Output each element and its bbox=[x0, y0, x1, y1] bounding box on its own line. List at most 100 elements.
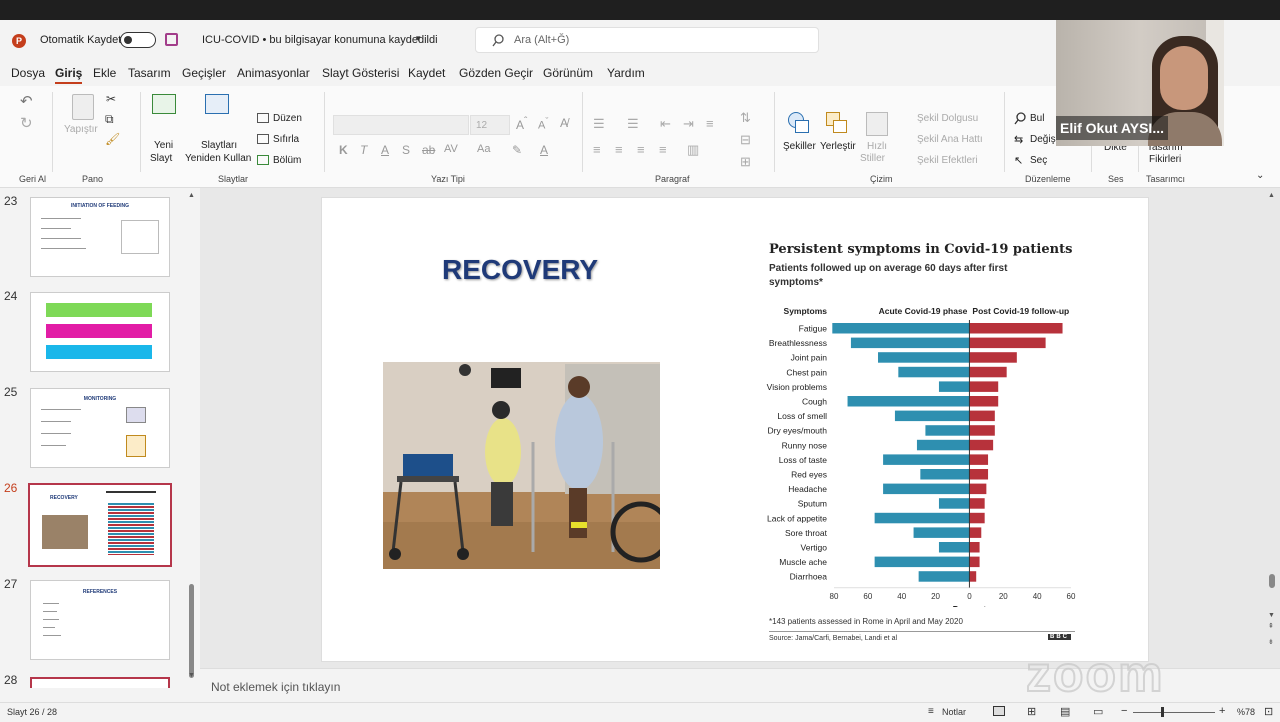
tab-gozden-gecir[interactable]: Gözden Geçir bbox=[459, 66, 533, 80]
select-button[interactable]: Seç bbox=[1030, 155, 1047, 166]
italic-icon[interactable]: T bbox=[360, 143, 367, 157]
font-name-select[interactable] bbox=[333, 115, 469, 135]
text-direction-icon[interactable]: ⇅ bbox=[740, 110, 751, 126]
notes-icon[interactable]: ≡ bbox=[928, 706, 934, 717]
canvas-scrollbar[interactable]: ▲ ▼ ⇞ ⇟ bbox=[1268, 192, 1276, 662]
reset-icon[interactable] bbox=[257, 134, 269, 144]
line-spacing-icon[interactable]: ≡ bbox=[706, 116, 714, 131]
fit-to-window-icon[interactable]: ⊡ bbox=[1264, 705, 1273, 718]
bullets-icon[interactable]: ☰ bbox=[593, 116, 605, 132]
slide-thumbnail-25[interactable]: MONITORING bbox=[30, 388, 170, 468]
find-icon[interactable] bbox=[1014, 112, 1027, 125]
quick-styles-icon[interactable] bbox=[866, 112, 888, 136]
zoom-level[interactable]: %78 bbox=[1237, 707, 1255, 717]
slide-thumbnail-23[interactable]: INITIATION OF FEEDING bbox=[30, 197, 170, 277]
tab-dosya[interactable]: Dosya bbox=[11, 66, 45, 80]
font-color-icon[interactable]: A bbox=[540, 143, 548, 157]
reuse-slides-icon[interactable] bbox=[205, 94, 229, 114]
font-size-select[interactable]: 12 bbox=[470, 115, 510, 135]
tab-ekle[interactable]: Ekle bbox=[93, 66, 116, 80]
notes-button[interactable]: Notlar bbox=[942, 707, 966, 717]
slide-thumbnail-28[interactable] bbox=[30, 677, 170, 688]
new-slide-icon[interactable] bbox=[152, 94, 176, 114]
new-slide-button-2[interactable]: Slayt bbox=[150, 153, 172, 164]
change-case-icon[interactable]: Aa bbox=[477, 143, 490, 155]
format-painter-icon[interactable]: 🖌 bbox=[105, 132, 120, 146]
tab-tasarim[interactable]: Tasarım bbox=[128, 66, 171, 80]
paste-icon[interactable] bbox=[72, 94, 94, 120]
reading-view-icon[interactable]: ▤ bbox=[1060, 705, 1070, 718]
shape-fill-button[interactable]: Şekil Dolgusu bbox=[917, 113, 978, 124]
shrink-font-icon[interactable]: Aˇ bbox=[538, 116, 548, 132]
paste-button[interactable]: Yapıştır bbox=[64, 124, 98, 135]
section-button[interactable]: Bölüm bbox=[273, 155, 301, 166]
smartart-icon[interactable]: ⊞ bbox=[740, 154, 751, 170]
slide-26[interactable]: RECOVERY Persistent symptoms in Covid-19… bbox=[321, 197, 1149, 662]
arrange-button[interactable]: Yerleştir bbox=[820, 141, 856, 152]
clear-format-icon[interactable]: A̸ bbox=[560, 116, 568, 130]
tab-yardim[interactable]: Yardım bbox=[607, 66, 645, 80]
shapes-button[interactable]: Şekiller bbox=[783, 141, 816, 152]
slide-thumbnail-26-selected[interactable]: RECOVERY bbox=[28, 483, 172, 567]
chevron-down-icon[interactable]: ▾ bbox=[416, 33, 421, 44]
tab-slayt-gosterisi[interactable]: Slayt Gösterisi bbox=[322, 66, 399, 80]
reset-button[interactable]: Sıfırla bbox=[273, 134, 299, 145]
reuse-slides-button-2[interactable]: Yeniden Kullan bbox=[185, 153, 251, 164]
layout-button[interactable]: Düzen bbox=[273, 113, 302, 124]
slide-title[interactable]: RECOVERY bbox=[442, 254, 598, 286]
document-title[interactable]: ICU-COVID • bu bilgisayar konumuna kayde… bbox=[202, 34, 438, 46]
tab-animasyonlar[interactable]: Animasyonlar bbox=[237, 66, 310, 80]
shape-outline-button[interactable]: Şekil Ana Hattı bbox=[917, 134, 983, 145]
zoom-slider[interactable] bbox=[1133, 707, 1215, 717]
cut-icon[interactable]: ✂ bbox=[106, 92, 116, 106]
shape-effects-button[interactable]: Şekil Efektleri bbox=[917, 155, 978, 166]
align-left-icon[interactable]: ≡ bbox=[593, 142, 601, 157]
shapes-icon[interactable] bbox=[788, 112, 810, 134]
tab-gecisler[interactable]: Geçişler bbox=[182, 66, 226, 80]
shadow-icon[interactable]: S bbox=[402, 143, 410, 157]
align-center-icon[interactable]: ≡ bbox=[615, 142, 623, 157]
zoom-in-icon[interactable]: + bbox=[1219, 705, 1225, 717]
grow-font-icon[interactable]: Aˆ bbox=[516, 116, 527, 132]
undo-icon[interactable]: ↶ bbox=[20, 92, 33, 110]
design-ideas-button-2[interactable]: Fikirleri bbox=[1149, 154, 1181, 165]
notes-pane[interactable]: Not eklemek için tıklayın zoom bbox=[200, 645, 1280, 703]
numbering-icon[interactable]: ☰ bbox=[627, 116, 639, 132]
tab-gorunum[interactable]: Görünüm bbox=[543, 66, 593, 80]
arrange-icon[interactable] bbox=[826, 112, 848, 134]
video-participant[interactable]: Elif Okut AYSI... bbox=[1056, 20, 1224, 146]
justify-icon[interactable]: ≡ bbox=[659, 142, 667, 157]
align-text-icon[interactable]: ⊟ bbox=[740, 132, 751, 148]
slide-thumbnail-24[interactable] bbox=[30, 292, 170, 372]
spacing-icon[interactable]: AV bbox=[444, 143, 458, 155]
collapse-ribbon-icon[interactable]: ⌄ bbox=[1256, 170, 1264, 181]
align-right-icon[interactable]: ≡ bbox=[637, 142, 645, 157]
layout-icon[interactable] bbox=[257, 113, 269, 123]
thumbnails-scrollbar[interactable]: ▲ ▼ bbox=[188, 192, 195, 684]
increase-indent-icon[interactable]: ⇥ bbox=[683, 116, 694, 132]
save-icon[interactable] bbox=[165, 33, 178, 46]
tab-kaydet[interactable]: Kaydet bbox=[408, 66, 445, 80]
slide-thumbnail-27[interactable]: REFERENCES bbox=[30, 580, 170, 660]
highlight-icon[interactable]: ✎ bbox=[512, 143, 522, 157]
quick-styles-button[interactable]: Hızlı bbox=[867, 141, 887, 152]
slide-sorter-icon[interactable]: ⊞ bbox=[1027, 705, 1036, 718]
find-button[interactable]: Bul bbox=[1030, 113, 1044, 124]
underline-icon[interactable]: A bbox=[381, 143, 389, 157]
tab-giris[interactable]: Giriş bbox=[55, 66, 83, 84]
select-icon[interactable]: ↖ bbox=[1014, 154, 1023, 167]
copy-icon[interactable]: ⧉ bbox=[105, 112, 114, 127]
autosave-toggle[interactable] bbox=[120, 32, 156, 48]
bold-icon[interactable]: K bbox=[339, 143, 348, 157]
slideshow-icon[interactable]: ▭ bbox=[1093, 705, 1103, 718]
zoom-out-icon[interactable]: − bbox=[1121, 705, 1127, 717]
recovery-photo[interactable] bbox=[383, 362, 660, 569]
redo-icon[interactable]: ↻ bbox=[20, 114, 33, 132]
replace-icon[interactable]: ⇆ bbox=[1014, 133, 1023, 146]
columns-icon[interactable]: ▥ bbox=[687, 142, 699, 158]
new-slide-button[interactable]: Yeni bbox=[154, 140, 173, 151]
section-icon[interactable] bbox=[257, 155, 269, 165]
search-box[interactable]: Ara (Alt+Ğ) bbox=[475, 27, 819, 53]
strikethrough-icon[interactable]: ab bbox=[422, 143, 435, 157]
quick-styles-button-2[interactable]: Stiller bbox=[860, 153, 885, 164]
